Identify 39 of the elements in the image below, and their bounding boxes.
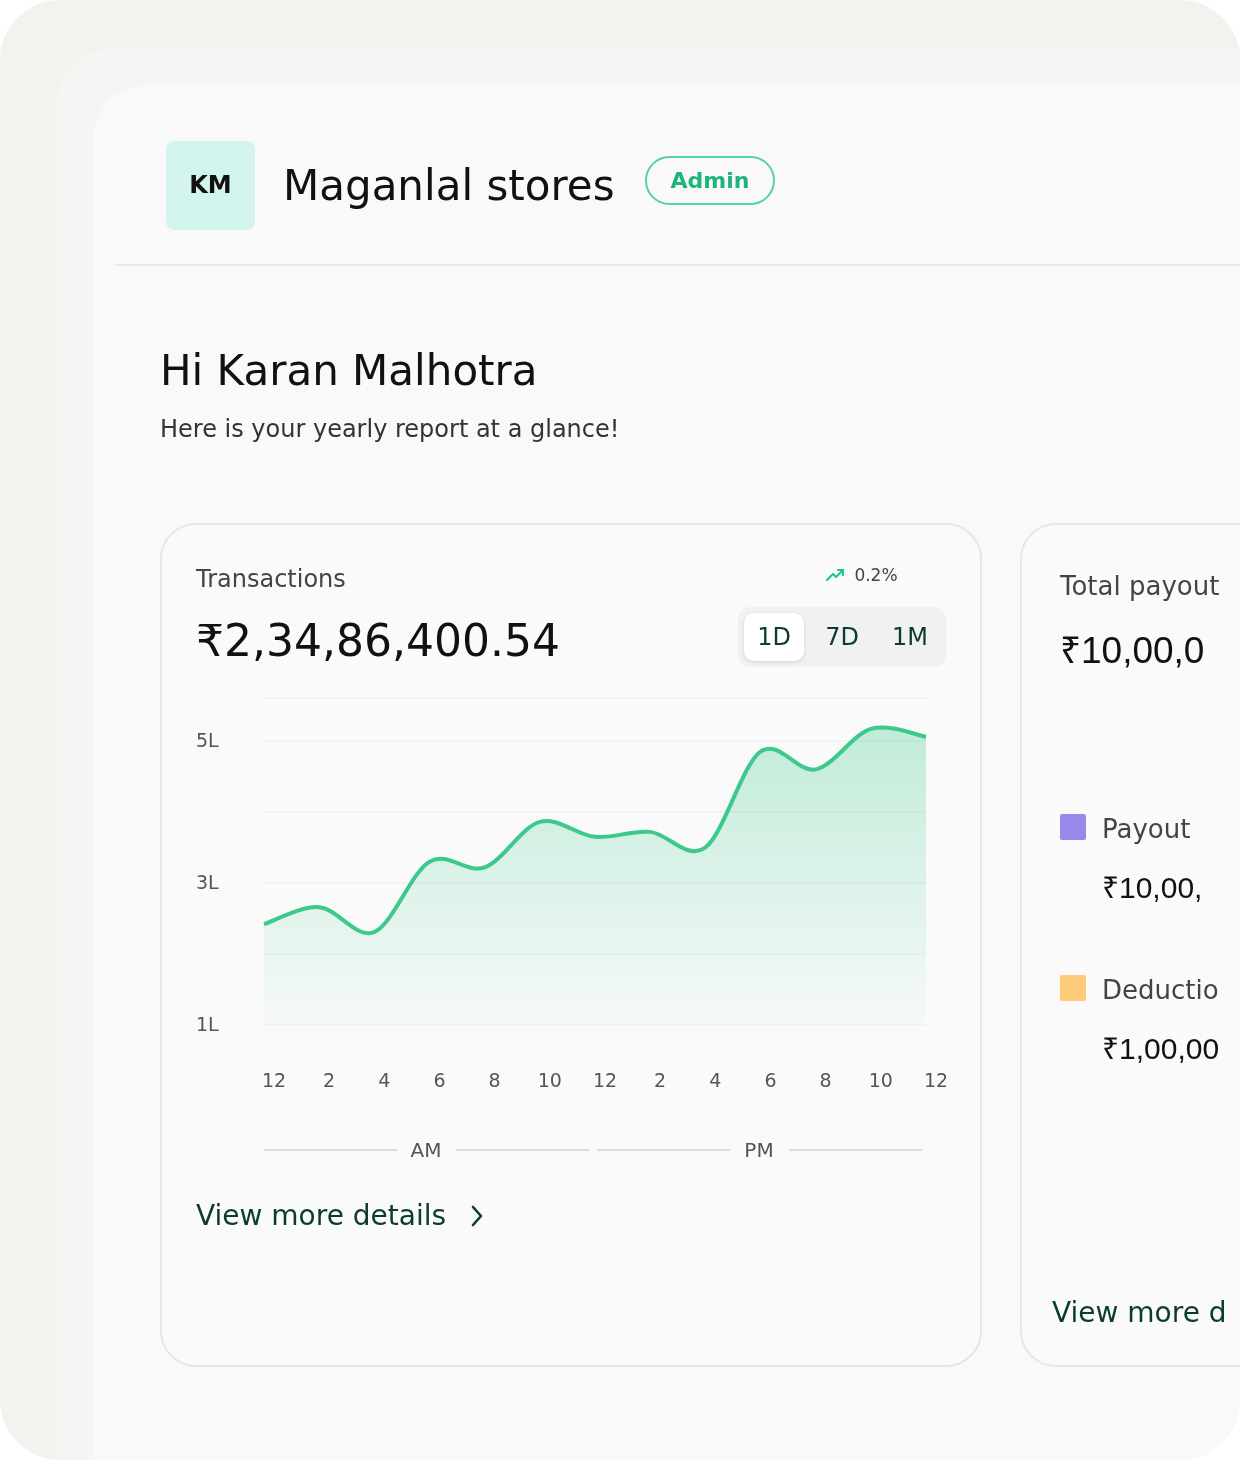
x-axis-label: 8	[819, 1069, 832, 1091]
view-details-link[interactable]: View more details	[196, 1199, 485, 1232]
trend-percent: 0.2%	[854, 565, 898, 585]
x-axis-label: 2	[654, 1069, 667, 1091]
legend-value: ₹10,00,	[1102, 870, 1203, 906]
trend-up-icon	[826, 568, 847, 582]
x-axis-label: 4	[378, 1069, 391, 1091]
y-axis-label: 5L	[196, 729, 219, 751]
view-details-link[interactable]: View more d	[1052, 1296, 1240, 1329]
x-axis-label: 6	[433, 1069, 446, 1091]
x-axis-label: 12	[592, 1069, 618, 1091]
payout-amount: ₹10,00,0	[1060, 629, 1206, 673]
period-label: PM	[744, 1138, 774, 1162]
range-tab[interactable]: 7D	[812, 613, 872, 661]
x-axis-label: 4	[709, 1069, 722, 1091]
range-tab[interactable]: 1M	[880, 613, 940, 661]
greeting-subtitle: Here is your yearly report at a glance!	[160, 415, 621, 443]
card-title: Total payout	[1060, 571, 1221, 601]
x-axis-label: 12	[923, 1069, 946, 1091]
avatar-initials: KM	[166, 140, 255, 230]
period-label: AM	[410, 1138, 442, 1162]
x-axis-label: 10	[537, 1069, 562, 1091]
range-tab[interactable]: 1D	[744, 613, 804, 661]
x-axis-label: 12	[261, 1069, 287, 1091]
chevron-right-icon	[470, 1203, 485, 1228]
x-axis-label: 6	[764, 1069, 777, 1091]
legend-label: Deductio	[1102, 975, 1220, 1005]
legend-label: Payout	[1102, 814, 1192, 844]
legend-value: ₹1,00,00	[1102, 1031, 1220, 1067]
transactions-amount: ₹2,34,86,400.54	[196, 615, 560, 666]
x-axis-label: 2	[323, 1069, 336, 1091]
role-badge: Admin	[644, 155, 776, 205]
y-axis-label: 1L	[196, 1013, 219, 1035]
card-title: Transactions	[196, 565, 347, 593]
store-name: Maganlal stores	[283, 160, 615, 210]
y-axis-label: 3L	[196, 871, 219, 893]
x-axis-label: 8	[488, 1069, 501, 1091]
greeting-title: Hi Karan Malhotra	[160, 346, 539, 395]
x-axis-label: 10	[868, 1069, 893, 1091]
